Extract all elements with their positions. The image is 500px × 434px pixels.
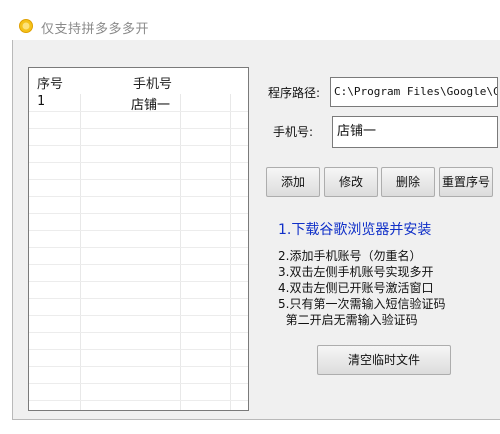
grid-line: [29, 400, 248, 401]
account-list[interactable]: 序号 手机号 1 店铺一: [28, 67, 249, 411]
reset-index-button[interactable]: 重置序号: [439, 167, 493, 197]
app-logo-icon: [19, 19, 33, 33]
app-window: 仅支持拼多多多开 序号 手机号 1 店铺一 程序路径: C:\Program F…: [0, 0, 500, 434]
list-item-index: 1: [37, 94, 45, 109]
grid-line: [29, 315, 248, 316]
column-header-phone[interactable]: 手机号: [133, 73, 172, 92]
list-item-phone: 店铺一: [131, 98, 171, 113]
instruction-line: 2.添加手机账号（勿重名）: [278, 249, 422, 263]
grid-line: [180, 68, 181, 410]
grid-line: [29, 349, 248, 350]
grid-line: [29, 128, 248, 129]
instruction-line: 第二开启无需输入验证码: [278, 313, 418, 327]
phone-label: 手机号:: [273, 125, 314, 139]
grid-line: [29, 247, 248, 248]
instructions-heading: 1.下载谷歌浏览器并安装: [278, 222, 432, 238]
list-header: 序号 手机号: [29, 68, 248, 94]
grid-line: [29, 264, 248, 265]
grid-line: [29, 145, 248, 146]
grid-line: [80, 68, 81, 410]
instruction-line: 5.只有第一次需输入短信验证码: [278, 297, 446, 311]
grid-line: [29, 281, 248, 282]
grid-line: [29, 366, 248, 367]
title-bar[interactable]: 仅支持拼多多多开: [0, 0, 500, 40]
grid-line: [230, 68, 231, 410]
column-header-index[interactable]: 序号: [37, 73, 63, 92]
program-path-field[interactable]: C:\Program Files\Google\Chrome\Applicati…: [330, 77, 498, 107]
window-bottom-edge: [0, 420, 500, 434]
window-title: 仅支持拼多多多开: [41, 22, 150, 37]
delete-button[interactable]: 删除: [381, 167, 435, 197]
grid-line: [29, 298, 248, 299]
instruction-line: 3.双击左侧手机账号实现多开: [278, 265, 434, 279]
grid-line: [29, 332, 248, 333]
grid-line: [29, 230, 248, 231]
instruction-line: 4.双击左侧已开账号激活窗口: [278, 281, 434, 295]
grid-line: [29, 162, 248, 163]
grid-line: [29, 383, 248, 384]
grid-line: [29, 196, 248, 197]
phone-number-field[interactable]: 店铺一: [332, 116, 498, 148]
grid-line: [29, 213, 248, 214]
add-button[interactable]: 添加: [266, 167, 320, 197]
edit-button[interactable]: 修改: [324, 167, 378, 197]
grid-line: [29, 179, 248, 180]
path-label: 程序路径:: [268, 86, 321, 100]
clear-temp-files-button[interactable]: 清空临时文件: [317, 345, 451, 375]
